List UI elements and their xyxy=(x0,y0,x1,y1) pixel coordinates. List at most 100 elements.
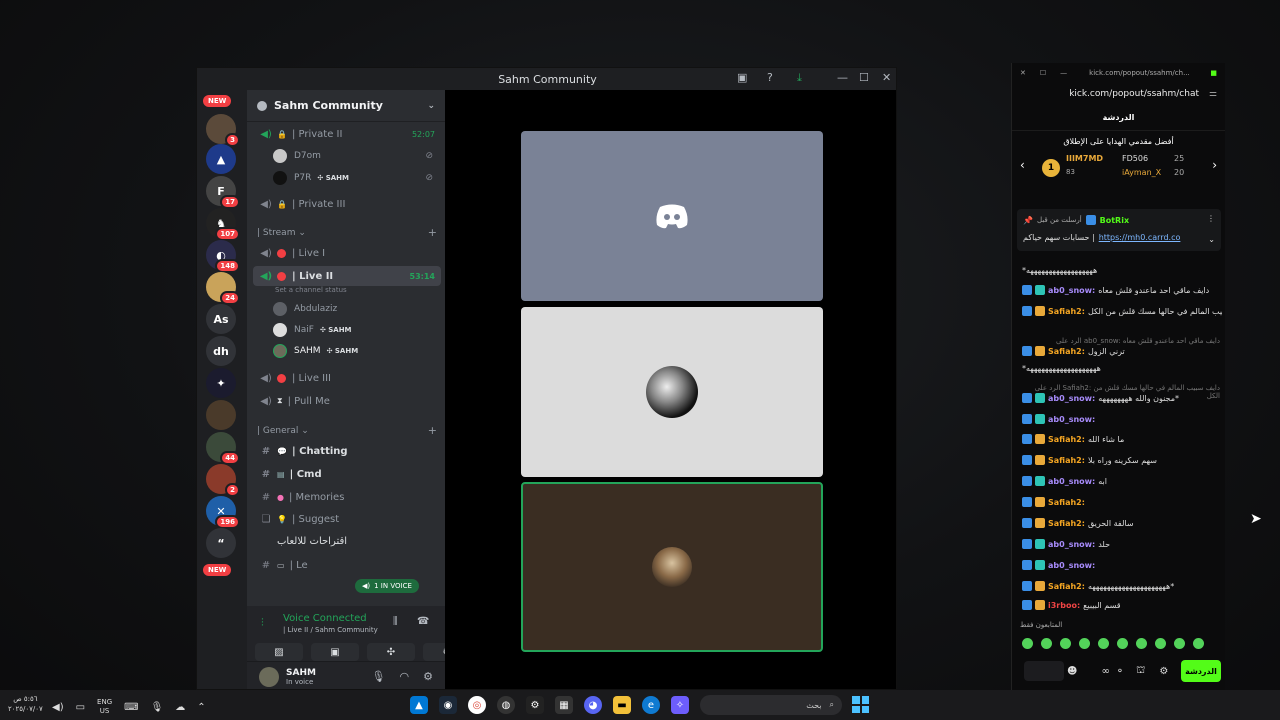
chat-message[interactable]: Safiah2: سالفة الحريق xyxy=(1022,518,1222,528)
voice-channel-live-iii[interactable]: ◀) | Live III xyxy=(253,368,441,388)
category-general[interactable]: | General ⌄ + xyxy=(257,424,437,437)
voice-user[interactable]: SAHM ✣ SAHM xyxy=(273,342,441,360)
chat-message[interactable]: Safiah2: ما شاء الله xyxy=(1022,434,1222,444)
chat-message[interactable]: *ههههههههههههههههههه xyxy=(1022,266,1222,275)
text-channel-memories[interactable]: # ● | Memories xyxy=(253,487,441,507)
emote-icon[interactable] xyxy=(1022,638,1033,649)
emote-icon[interactable] xyxy=(1060,638,1071,649)
emote-icon[interactable] xyxy=(1079,638,1090,649)
in-voice-pill[interactable]: ◀) 1 IN VOICE xyxy=(355,579,419,593)
text-channel-chatting[interactable]: # 💬 | Chatting xyxy=(253,441,441,461)
maximize-button[interactable]: ☐ xyxy=(1040,69,1046,77)
voice-channel-private-iii[interactable]: ◀) 🔒 | Private III xyxy=(253,194,441,214)
chat-username[interactable]: ab0_snow: xyxy=(1048,286,1095,295)
obs-icon[interactable]: ◍ xyxy=(497,696,515,714)
server-icon[interactable]: 3 xyxy=(206,114,240,147)
chat-username[interactable]: Safiah2: xyxy=(1048,498,1085,507)
gift-icon[interactable]: ⛫ xyxy=(1136,665,1145,678)
chat-username[interactable]: ab0_snow: xyxy=(1048,540,1095,549)
video-tile[interactable] xyxy=(521,131,823,301)
chevron-left-icon[interactable]: ‹ xyxy=(1020,158,1025,172)
chrome-icon[interactable]: ◎ xyxy=(468,696,486,714)
help-icon[interactable]: ? xyxy=(767,71,773,84)
screen-share-button[interactable]: ▣ xyxy=(311,643,359,661)
emote-icon[interactable] xyxy=(1098,638,1109,649)
avatar[interactable] xyxy=(259,666,279,687)
text-channel-le[interactable]: # ▭ | Le xyxy=(253,555,441,575)
copilot-icon[interactable]: ✧ xyxy=(671,696,689,714)
maximize-button[interactable]: ☐ xyxy=(859,71,869,84)
reader-icon[interactable]: ⚌ xyxy=(1209,89,1217,99)
voice-user[interactable]: Abdulaziz xyxy=(273,300,441,318)
server-icon[interactable]: ▲ xyxy=(206,144,236,174)
camera-button[interactable]: ▨ xyxy=(255,643,303,661)
windows-start-icon[interactable] xyxy=(852,696,869,713)
discord-icon[interactable]: ◕ xyxy=(584,696,602,714)
server-icon[interactable]: ✕ 196 xyxy=(206,496,240,529)
noise-suppression-icon[interactable]: ⫼ xyxy=(393,616,398,627)
chat-username[interactable]: ab0_snow: xyxy=(1048,477,1095,486)
emote-icon[interactable] xyxy=(1174,638,1185,649)
voice-channel-private-ii[interactable]: ◀) 🔒 | Private II 52:07 xyxy=(253,124,441,144)
channel-status[interactable]: Set a channel status xyxy=(275,286,347,294)
chat-username[interactable]: Safiah2: xyxy=(1048,519,1085,528)
voice-user[interactable]: NaiF ✣ SAHM xyxy=(273,321,441,339)
language-switcher[interactable]: ENG US xyxy=(97,698,112,716)
chat-message[interactable]: *هههههههههههههههههههه xyxy=(1022,364,1222,373)
file-explorer-icon[interactable]: ▬ xyxy=(613,696,631,714)
chat-message[interactable]: Safiah2:دايف سبيب المالم في حالها مسك قل… xyxy=(1022,306,1222,316)
voice-location[interactable]: | Live II / Sahm Community xyxy=(283,626,378,634)
steam-icon[interactable]: ◉ xyxy=(439,696,457,714)
store-icon[interactable]: ▦ xyxy=(555,696,573,714)
server-icon[interactable]: 2 xyxy=(206,464,240,497)
chat-username[interactable]: Safiah2: xyxy=(1048,307,1085,316)
voice-channel-live-i[interactable]: ◀) | Live I xyxy=(253,243,441,263)
chat-message[interactable]: Safiah2: xyxy=(1022,497,1222,507)
chat-username[interactable]: ab0_snow: xyxy=(1048,394,1095,403)
server-icon[interactable]: ◐ 148 xyxy=(206,240,240,273)
smile-icon[interactable]: ☻ xyxy=(1067,666,1077,677)
server-icon[interactable]: ✦ xyxy=(206,368,236,398)
chat-username[interactable]: Safiah2: xyxy=(1048,347,1085,356)
inbox-icon[interactable]: ▣ xyxy=(737,71,747,84)
emote-icon[interactable] xyxy=(1155,638,1166,649)
chat-message[interactable]: Safiah2: ترني الزول xyxy=(1022,346,1222,356)
chat-message[interactable]: ab0_snow: حلد xyxy=(1022,539,1222,549)
infinity-icon[interactable]: ∞ xyxy=(1101,666,1109,677)
chat-message[interactable]: Safiah2: سهم سكرينه وراه بلا xyxy=(1022,455,1222,465)
microphone-icon[interactable]: 🎙 xyxy=(151,702,164,713)
chat-message[interactable]: ab0_snow: مجنون والله ههههههههه* xyxy=(1022,393,1222,403)
gear-icon[interactable]: ⚙ xyxy=(1159,666,1168,677)
address-bar[interactable]: kick.com/popout/ssahm/chat ⚌ xyxy=(1012,83,1225,105)
server-icon[interactable] xyxy=(206,400,236,430)
chat-username[interactable]: Safiah2: xyxy=(1048,435,1085,444)
voice-channel-live-ii[interactable]: ◀) | Live II 53:14 xyxy=(253,266,441,286)
chat-message[interactable]: ab0_snow: دايف ماقي احد ماعندو قلش معاه xyxy=(1022,285,1222,295)
chat-input-avatar[interactable] xyxy=(1024,661,1064,681)
chat-message[interactable]: Safiah2: هههههههههههههههههههههه* xyxy=(1022,581,1222,591)
microphone-icon[interactable]: 🎙 xyxy=(372,670,386,683)
chat-message[interactable]: i3rboo: قسم البيبيع xyxy=(1022,600,1222,610)
more-icon[interactable]: ⋮ xyxy=(1207,214,1215,223)
chevron-down-icon[interactable]: ⌄ xyxy=(1208,235,1215,244)
category-stream[interactable]: | Stream ⌄ + xyxy=(257,226,437,239)
keyboard-icon[interactable]: ⌨ xyxy=(124,702,138,713)
chat-username[interactable]: Safiah2: xyxy=(1048,456,1085,465)
speaker-icon[interactable]: ◀) xyxy=(52,702,64,713)
chat-message[interactable]: ab0_snow: ابه xyxy=(1022,476,1222,486)
voice-user[interactable]: D7om ⊘ xyxy=(273,147,441,165)
cloud-icon[interactable]: ☁ xyxy=(175,702,185,713)
minimize-button[interactable]: — xyxy=(1060,69,1067,77)
voice-user[interactable]: P7R ✣ SAHM ⊘ xyxy=(273,169,441,187)
chat-message[interactable]: ab0_snow: xyxy=(1022,560,1222,570)
chat-username[interactable]: i3rboo: xyxy=(1048,601,1080,610)
chat-message[interactable]: ab0_snow: xyxy=(1022,414,1222,424)
chat-username[interactable]: Safiah2: xyxy=(1048,582,1085,591)
settings-icon[interactable]: ⚙ xyxy=(526,696,544,714)
emote-icon[interactable] xyxy=(1136,638,1147,649)
server-icon[interactable]: F 17 xyxy=(206,176,240,209)
forum-post[interactable]: اقتراحات للالعاب xyxy=(271,531,441,551)
pinned-link[interactable]: https://mh0.carrd.co xyxy=(1099,233,1181,242)
text-channel-cmd[interactable]: # ▤ | Cmd xyxy=(253,464,441,484)
emote-icon[interactable] xyxy=(1041,638,1052,649)
